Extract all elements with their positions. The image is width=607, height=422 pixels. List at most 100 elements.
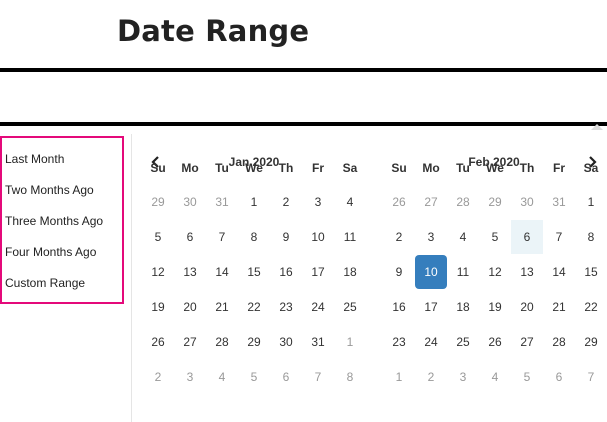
picker-caret [591,124,603,130]
left-calendar-day[interactable]: 8 [238,220,270,254]
left-calendar-day[interactable]: 10 [302,220,334,254]
right-calendar-day[interactable]: 5 [511,360,543,394]
left-calendar-day[interactable]: 26 [142,325,174,359]
right-calendar-day[interactable]: 12 [479,255,511,289]
right-calendar-day[interactable]: 3 [415,220,447,254]
left-weekday-header: Sa [342,161,358,175]
right-calendar-day[interactable]: 9 [383,255,415,289]
right-calendar-day[interactable]: 11 [447,255,479,289]
range-last-month[interactable]: Last Month [5,152,64,166]
right-calendar-day[interactable]: 4 [447,220,479,254]
left-calendar-day[interactable]: 13 [174,255,206,289]
right-calendar-day[interactable]: 29 [479,185,511,219]
page-title: Date Range [117,14,310,48]
right-calendar-day[interactable]: 28 [447,185,479,219]
range-three-months-ago[interactable]: Three Months Ago [5,214,103,228]
left-calendar-day[interactable]: 17 [302,255,334,289]
left-calendar-day[interactable]: 6 [174,220,206,254]
left-calendar-day[interactable]: 31 [206,185,238,219]
left-calendar-day[interactable]: 4 [334,185,366,219]
right-calendar-day[interactable]: 7 [575,360,607,394]
left-calendar-day[interactable]: 1 [238,185,270,219]
right-calendar-day[interactable]: 1 [575,185,607,219]
right-calendar-day[interactable]: 6 [543,360,575,394]
right-calendar-day[interactable]: 4 [479,360,511,394]
right-calendar-day[interactable]: 28 [543,325,575,359]
right-calendar-day[interactable]: 18 [447,290,479,324]
range-two-months-ago[interactable]: Two Months Ago [5,183,94,197]
range-four-months-ago[interactable]: Four Months Ago [5,245,96,259]
left-calendar-day[interactable]: 31 [302,325,334,359]
right-calendar-day[interactable]: 19 [479,290,511,324]
left-calendar-day[interactable]: 25 [334,290,366,324]
right-calendar-day[interactable]: 29 [575,325,607,359]
right-calendar-day[interactable]: 27 [415,185,447,219]
right-calendar-day[interactable]: 23 [383,325,415,359]
left-calendar-day[interactable]: 7 [302,360,334,394]
left-calendar-day[interactable]: 2 [270,185,302,219]
right-calendar-day[interactable]: 2 [383,220,415,254]
range-custom[interactable]: Custom Range [5,276,85,290]
right-calendar-day[interactable]: 13 [511,255,543,289]
left-calendar-day[interactable]: 29 [238,325,270,359]
right-calendar-day[interactable]: 2 [415,360,447,394]
right-calendar-day[interactable]: 26 [383,185,415,219]
right-calendar-day[interactable]: 5 [479,220,511,254]
left-calendar-day[interactable]: 19 [142,290,174,324]
left-weekday-header: Su [150,161,166,175]
left-calendar-day[interactable]: 4 [206,360,238,394]
left-calendar-day[interactable]: 11 [334,220,366,254]
right-calendar-day[interactable]: 22 [575,290,607,324]
right-calendar-day[interactable]: 26 [479,325,511,359]
right-calendar-day[interactable]: 30 [511,185,543,219]
left-calendar-day[interactable]: 5 [142,220,174,254]
left-calendar-day[interactable]: 7 [206,220,238,254]
left-calendar-day[interactable]: 23 [270,290,302,324]
right-calendar-day[interactable]: 1 [383,360,415,394]
right-calendar-day[interactable]: 24 [415,325,447,359]
left-calendar-day[interactable]: 5 [238,360,270,394]
left-calendar-day[interactable]: 27 [174,325,206,359]
left-calendar-day[interactable]: 16 [270,255,302,289]
right-calendar-day[interactable]: 6 [511,220,543,254]
left-weekday-header: Mo [181,161,199,175]
right-calendar-day[interactable]: 14 [543,255,575,289]
right-weekday-header: Fr [553,161,565,175]
left-calendar-day[interactable]: 15 [238,255,270,289]
right-weekday-header: Sa [583,161,599,175]
left-calendar-day[interactable]: 22 [238,290,270,324]
left-calendar-day[interactable]: 3 [174,360,206,394]
right-calendar-day[interactable]: 17 [415,290,447,324]
left-calendar-day[interactable]: 1 [334,325,366,359]
left-weekday-header: Fr [312,161,324,175]
right-calendar-day[interactable]: 21 [543,290,575,324]
right-calendar-day[interactable]: 10 [415,255,447,289]
right-calendar-day[interactable]: 8 [575,220,607,254]
right-weekday-header: We [486,161,504,175]
right-calendar-day[interactable]: 7 [543,220,575,254]
left-calendar-day[interactable]: 18 [334,255,366,289]
left-calendar-day[interactable]: 30 [174,185,206,219]
left-calendar-day[interactable]: 2 [142,360,174,394]
right-calendar-day[interactable]: 16 [383,290,415,324]
left-calendar-day[interactable]: 29 [142,185,174,219]
right-calendar-day[interactable]: 25 [447,325,479,359]
left-calendar-day[interactable]: 9 [270,220,302,254]
left-weekday-header: Tu [215,161,229,175]
left-calendar-day[interactable]: 3 [302,185,334,219]
right-calendar-day[interactable]: 31 [543,185,575,219]
left-calendar-day[interactable]: 12 [142,255,174,289]
right-calendar-day[interactable]: 15 [575,255,607,289]
left-calendar-day[interactable]: 21 [206,290,238,324]
left-calendar-day[interactable]: 30 [270,325,302,359]
left-calendar-day[interactable]: 28 [206,325,238,359]
left-calendar-day[interactable]: 6 [270,360,302,394]
left-calendar-day[interactable]: 14 [206,255,238,289]
right-calendar-day[interactable]: 27 [511,325,543,359]
left-calendar-day[interactable]: 24 [302,290,334,324]
left-weekday-header: We [245,161,263,175]
right-calendar-day[interactable]: 20 [511,290,543,324]
right-calendar-day[interactable]: 3 [447,360,479,394]
left-calendar-day[interactable]: 20 [174,290,206,324]
left-calendar-day[interactable]: 8 [334,360,366,394]
